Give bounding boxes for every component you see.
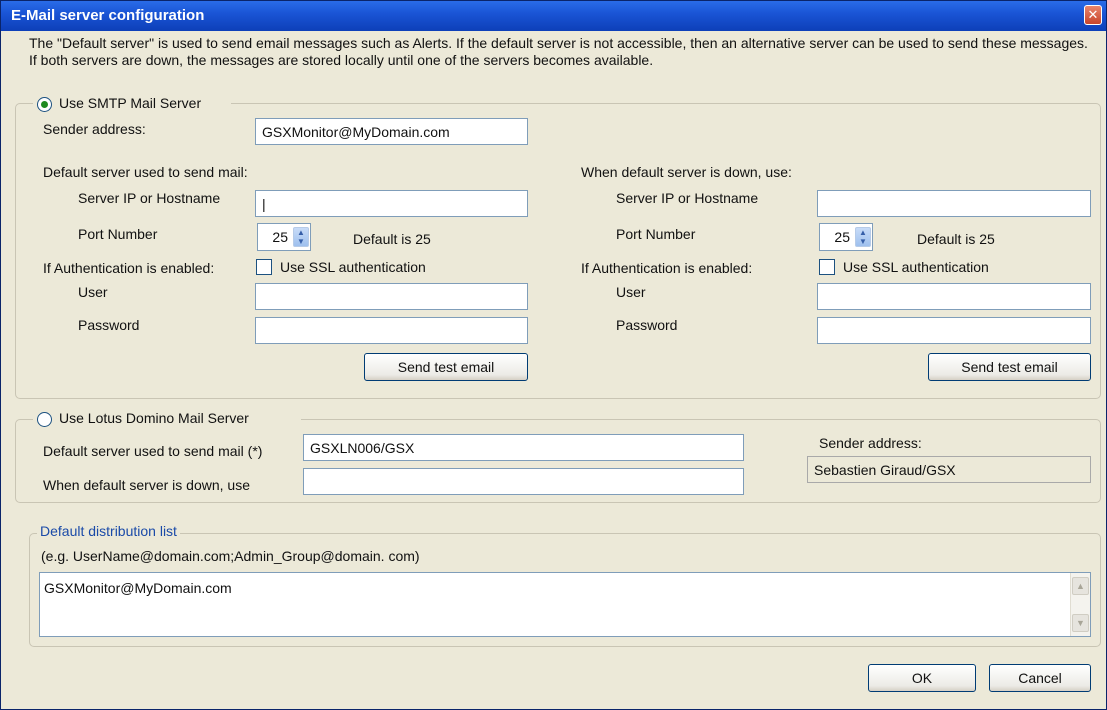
alt-port-hint: Default is 25 <box>917 231 995 247</box>
alt-send-test-email-button[interactable]: Send test email <box>928 353 1091 381</box>
alt-server-heading: When default server is down, use: <box>581 164 792 180</box>
email-server-config-dialog: E-Mail server configuration ✕ The "Defau… <box>0 0 1107 710</box>
default-ssl-label: Use SSL authentication <box>280 259 426 275</box>
alt-ssl-checkbox[interactable] <box>819 259 835 275</box>
distribution-scrollbar[interactable]: ▲ ▼ <box>1070 573 1090 636</box>
distribution-legend: Default distribution list <box>37 523 180 539</box>
alt-port-label: Port Number <box>616 226 696 242</box>
alt-user-label: User <box>616 284 646 300</box>
alt-ssl-label: Use SSL authentication <box>843 259 989 275</box>
description-text: The "Default server" is used to send ema… <box>29 35 1088 68</box>
scroll-down-icon[interactable]: ▼ <box>1072 614 1089 632</box>
default-send-test-email-button[interactable]: Send test email <box>364 353 528 381</box>
alt-server-label: Server IP or Hostname <box>616 190 759 206</box>
smtp-sender-input[interactable] <box>255 118 528 145</box>
alt-password-input[interactable] <box>817 317 1091 344</box>
smtp-radio-option[interactable]: Use SMTP Mail Server <box>33 94 231 114</box>
cancel-button[interactable]: Cancel <box>989 664 1091 692</box>
distribution-example: (e.g. UserName@domain.com;Admin_Group@do… <box>41 548 420 564</box>
default-user-input[interactable] <box>255 283 528 310</box>
lotus-sender-field <box>807 456 1091 483</box>
default-server-label: Server IP or Hostname <box>78 190 221 206</box>
smtp-sender-label: Sender address: <box>43 121 146 137</box>
lotus-default-input[interactable] <box>303 434 744 461</box>
default-port-stepper[interactable]: 25 ▲ ▼ <box>257 223 311 251</box>
alt-user-input[interactable] <box>817 283 1091 310</box>
spin-arrows-icon[interactable]: ▲ ▼ <box>293 227 309 247</box>
close-icon[interactable]: ✕ <box>1084 5 1102 25</box>
lotus-default-label: Default server used to send mail (*) <box>43 443 263 459</box>
title-bar: E-Mail server configuration ✕ <box>1 1 1106 31</box>
alt-port-stepper[interactable]: 25 ▲ ▼ <box>819 223 873 251</box>
spin-arrows-icon[interactable]: ▲ ▼ <box>855 227 871 247</box>
default-ssl-checkbox[interactable] <box>256 259 272 275</box>
default-port-hint: Default is 25 <box>353 231 431 247</box>
lotus-alt-label: When default server is down, use <box>43 477 250 493</box>
lotus-radio-option[interactable]: Use Lotus Domino Mail Server <box>33 409 301 429</box>
default-user-label: User <box>78 284 108 300</box>
alt-password-label: Password <box>616 317 678 333</box>
default-auth-label: If Authentication is enabled: <box>43 260 215 276</box>
alt-server-input[interactable] <box>817 190 1091 217</box>
window-title: E-Mail server configuration <box>11 7 205 24</box>
lotus-alt-input[interactable] <box>303 468 744 495</box>
lotus-radio-label: Use Lotus Domino Mail Server <box>59 410 249 426</box>
default-server-input[interactable] <box>255 190 528 217</box>
smtp-radio[interactable] <box>37 97 52 112</box>
ok-button[interactable]: OK <box>868 664 976 692</box>
distribution-value: GSXMonitor@MyDomain.com <box>44 580 232 596</box>
default-server-heading: Default server used to send mail: <box>43 164 248 180</box>
lotus-radio[interactable] <box>37 412 52 427</box>
smtp-radio-label: Use SMTP Mail Server <box>59 95 202 111</box>
default-password-input[interactable] <box>255 317 528 344</box>
default-port-label: Port Number <box>78 226 158 242</box>
distribution-textarea[interactable]: GSXMonitor@MyDomain.com ▲ ▼ <box>39 572 1091 637</box>
alt-auth-label: If Authentication is enabled: <box>581 260 753 276</box>
default-password-label: Password <box>78 317 140 333</box>
scroll-up-icon[interactable]: ▲ <box>1072 577 1089 595</box>
lotus-sender-label: Sender address: <box>819 435 922 451</box>
